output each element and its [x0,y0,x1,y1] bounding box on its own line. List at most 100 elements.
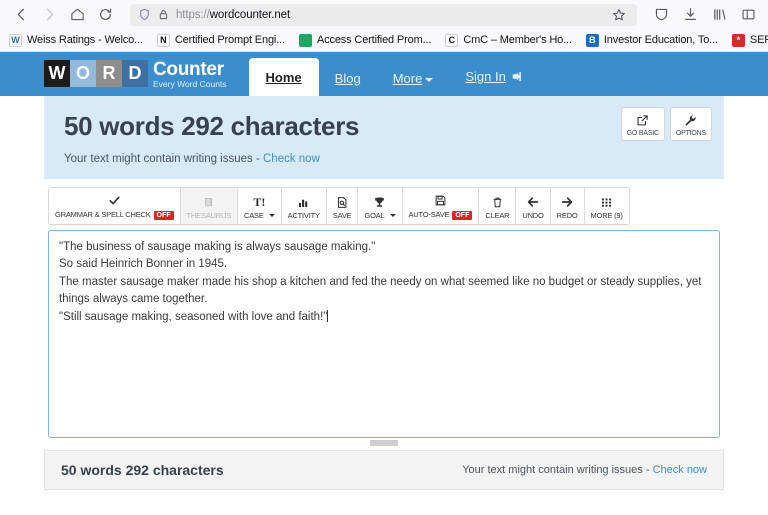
chevron-down-icon [425,77,434,82]
bookmark-label: CmC – Member's Ho... [463,34,572,46]
browser-right-icons [645,3,760,27]
editor-value: "The business of sausage making is alway… [59,240,702,323]
banner-actions: GO BASIC OPTIONS [620,107,712,141]
toolbar-button-undo[interactable]: UNDO [516,187,551,224]
status-badge: OFF [452,210,473,220]
toolbar-button-label: MORE (9) [591,212,623,220]
toolbar-button-case[interactable]: T! CASE [238,187,282,224]
logo-tiles: WORD [44,60,148,88]
address-bar[interactable]: https://wordcounter.net [130,3,637,26]
toolbar-button-clear[interactable]: CLEAR [479,187,517,224]
toolbar-button-save[interactable]: SAVE [326,187,359,224]
logo-tile-r: R [96,60,122,88]
library-icon[interactable] [707,3,731,27]
editor-wrap: GRAMMAR & SPELL CHECK OFF THESAURUS T! CASE A… [44,179,724,448]
lock-icon[interactable] [158,9,169,20]
toolbar-button-redo[interactable]: REDO [550,187,585,224]
url-host: wordcounter.net [209,8,291,21]
toolbar-button-grammar-spell-check[interactable]: GRAMMAR & SPELL CHECK OFF [49,187,181,224]
go-basic-label: GO BASIC [626,130,659,137]
floppy-icon [434,194,447,208]
options-label: OPTIONS [675,130,706,137]
downloads-icon[interactable] [678,3,702,27]
chevron-down-icon [389,214,396,218]
toolbar-label-text: MORE (9) [590,211,623,221]
page-body: 50 words 292 characters Your text might … [0,96,768,515]
text-case-icon: T! [253,195,266,210]
book-icon [202,195,215,209]
toolbar-button-label: REDO [557,212,578,220]
reload-button[interactable] [92,3,118,27]
toolbar-button-activity[interactable]: ACTIVITY [281,187,327,224]
nav-tab-home[interactable]: Home [248,58,319,96]
toolbar-label-text: GOAL [364,211,385,221]
bookmark-item[interactable]: * SERVING SENIOR [725,32,768,49]
bookmark-label: Certified Prompt Engi... [174,34,285,46]
nav-tab-label: Home [265,70,302,85]
bookmark-label: SERVING SENIOR [749,34,768,46]
bookmark-item[interactable]: N Certified Prompt Engi... [150,32,292,49]
editor-content[interactable]: "The business of sausage making is alway… [59,239,709,327]
bookmark-item[interactable]: C CmC – Member's Ho... [438,32,579,49]
bookmark-favicon-icon: N [156,33,170,47]
toolbar-button-label: ACTIVITY [288,212,320,220]
editor-resize-strip [48,437,720,448]
shield-icon[interactable] [138,8,151,21]
nav-tab-sign-in[interactable]: Sign In [449,59,538,96]
options-button[interactable]: OPTIONS [669,107,712,141]
text-editor[interactable]: "The business of sausage making is alway… [48,229,720,438]
toolbar-label-text: AUTO-SAVE [408,210,450,220]
footer-notice-text: Your text might contain writing issues - [462,463,653,476]
bookmark-label: Weiss Ratings - Welco... [27,34,143,46]
url-scheme: https:// [176,8,210,21]
back-button[interactable] [8,3,34,27]
toolbar-label-text: SAVE [332,211,352,221]
toolbar-button-auto-save[interactable]: AUTO-SAVE OFF [402,187,480,224]
bookmark-favicon-icon [298,33,312,47]
toolbar-button-more-9[interactable]: MORE (9) [584,187,629,224]
editor-toolbar: GRAMMAR & SPELL CHECK OFF THESAURUS T! CASE A… [44,179,724,225]
bookmark-label: Access Certified Prom... [316,34,432,46]
footer-check-now-link[interactable]: Check now [653,464,707,476]
status-badge: OFF [153,210,174,220]
arrow-left-icon [526,195,540,209]
nav-tab-label: More [392,71,423,86]
check-icon [108,194,121,208]
page-title: 50 words 292 characters [64,111,360,141]
bookmark-favicon-icon: C [445,33,459,47]
nav-tab-more[interactable]: More [377,61,450,96]
check-now-link[interactable]: Check now [263,153,320,165]
toolbar-label-text: ACTIVITY [287,211,320,221]
trophy-icon [373,195,386,209]
toolbar-button-goal[interactable]: GOAL [358,187,403,224]
toolbar-label-text: CASE [244,211,264,221]
nav-tab-label: Blog [334,71,361,86]
bookmark-item[interactable]: B Investor Education, To... [579,32,725,49]
toolbar-button-label: AUTO-SAVE OFF [408,210,473,220]
nav-tab-blog[interactable]: Blog [319,61,377,96]
tracking-protection-icon[interactable] [649,3,673,27]
bookmark-label: Investor Education, To... [603,34,718,46]
logo-tile-w: W [44,60,70,88]
toolbar-button-label: CASE [244,212,275,220]
star-icon[interactable] [609,5,629,25]
logo-wordmark: Counter Every Word Counts [153,60,227,89]
external-link-icon [636,113,649,127]
url-text[interactable]: https://wordcounter.net [176,9,602,21]
home-button[interactable] [64,3,90,27]
sign-in-icon [510,70,523,85]
save-doc-icon [336,195,349,209]
footer-writing-issues-notice: Your text might contain writing issues -… [462,464,707,476]
resize-handle[interactable] [370,439,398,446]
go-basic-button[interactable]: GO BASIC [620,107,665,141]
bookmark-item[interactable]: W Weiss Ratings - Welco... [2,32,150,49]
toolbar-button-label: CLEAR [485,212,509,220]
logo-tile-d: D [122,60,148,88]
toolbar-group: GRAMMAR & SPELL CHECK OFF THESAURUS T! CASE A… [48,186,630,225]
wordcounter-logo[interactable]: WORD Counter Every Word Counts [44,60,227,89]
bookmark-item[interactable]: Access Certified Prom... [292,32,438,49]
sidebar-icon[interactable] [736,3,760,27]
forward-button[interactable] [36,3,62,27]
logo-word-main: Counter [153,58,224,80]
chevron-down-icon [268,214,275,218]
